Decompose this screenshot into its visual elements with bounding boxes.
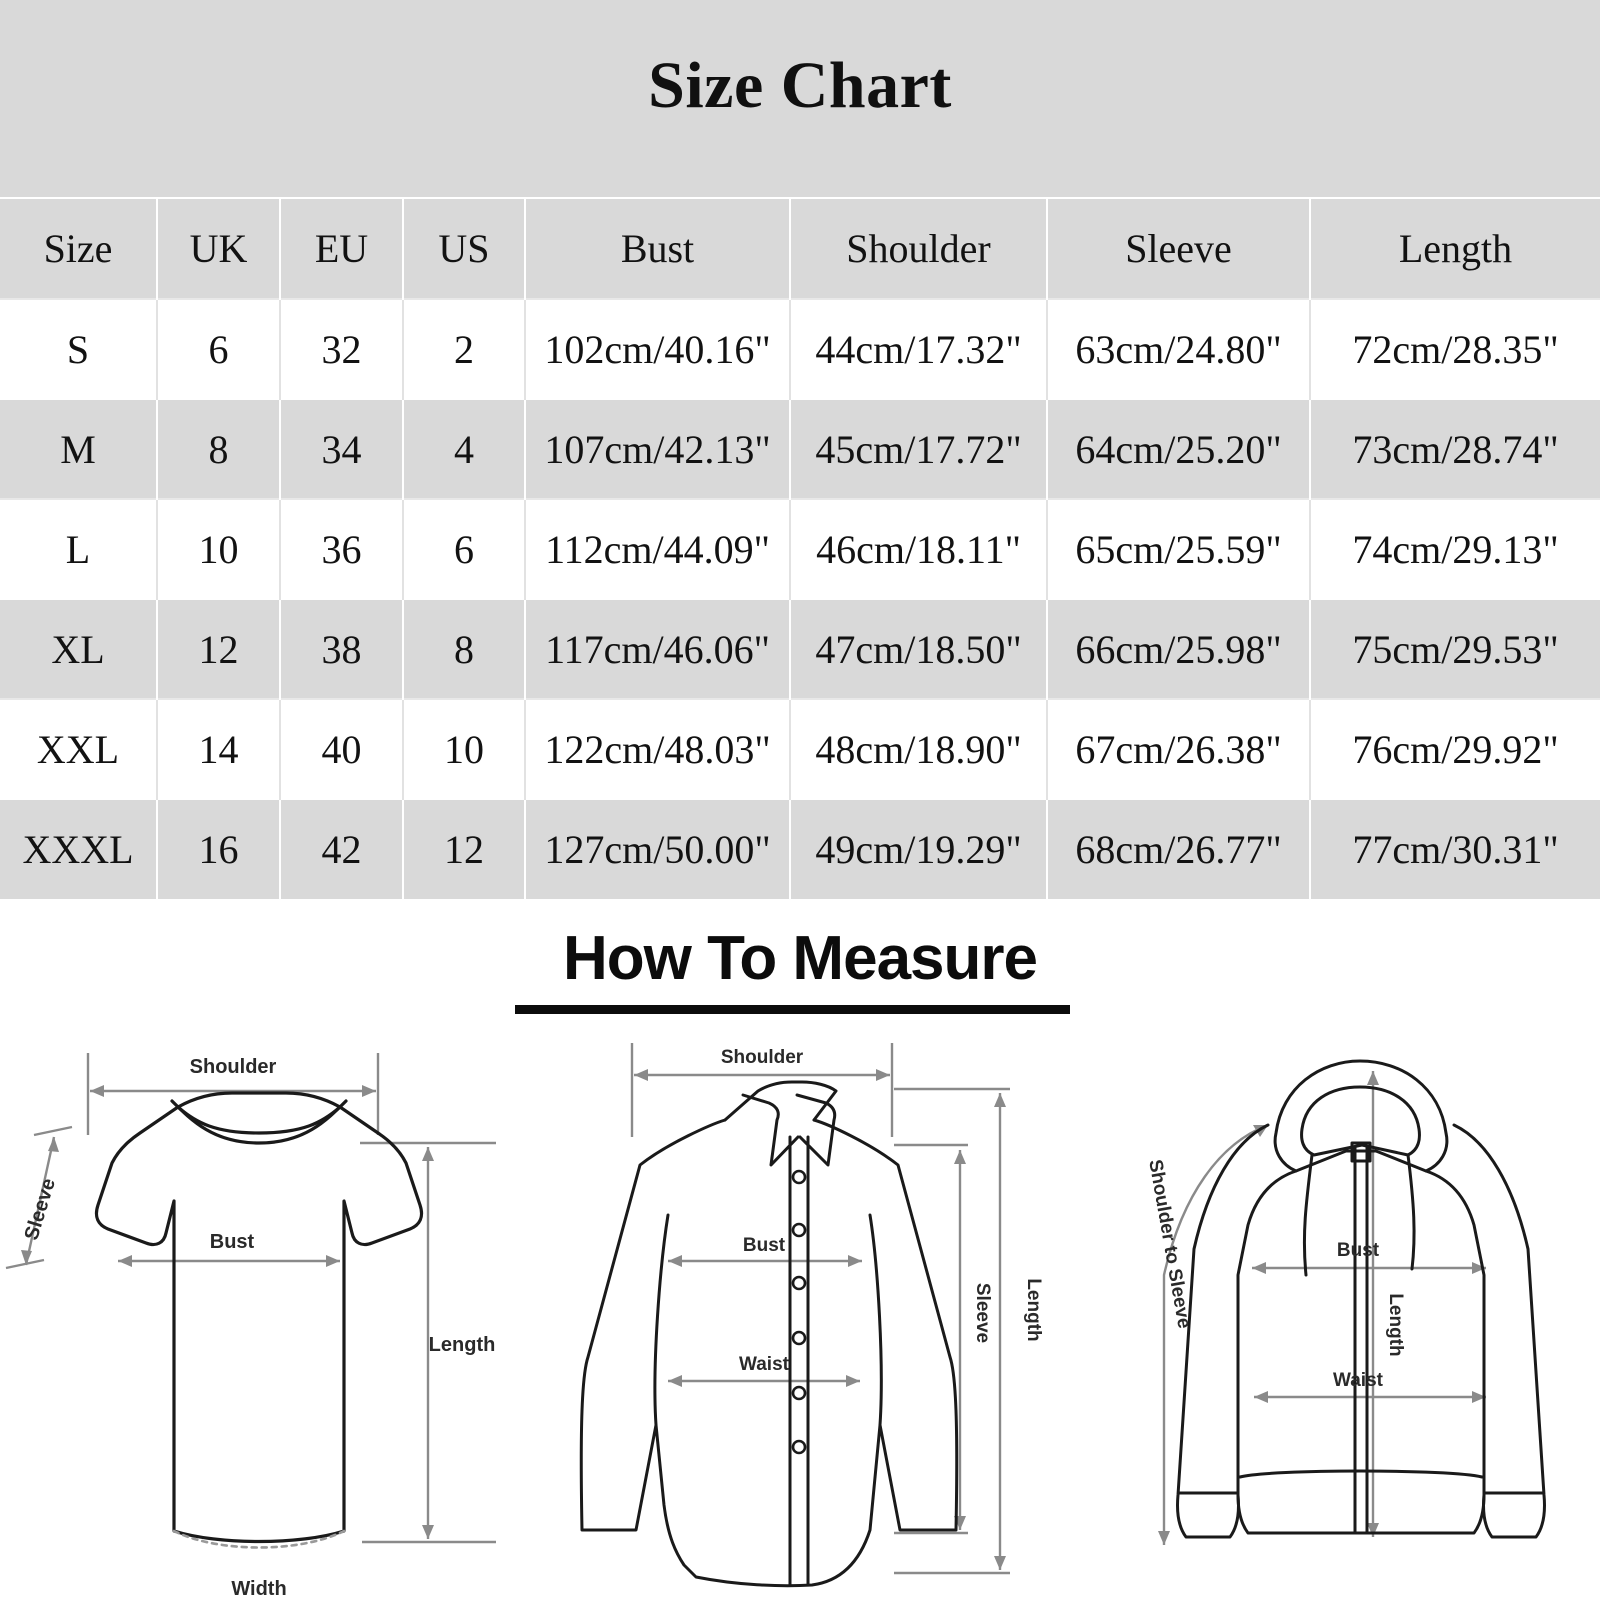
cell-size: M bbox=[0, 398, 158, 499]
cell-shoulder: 46cm/18.11" bbox=[790, 498, 1048, 599]
cell-us: 2 bbox=[403, 298, 526, 399]
cell-eu: 34 bbox=[280, 398, 404, 499]
tshirt-length-label: Length bbox=[429, 1334, 496, 1356]
cell-size: XXL bbox=[0, 698, 158, 799]
cell-sleeve: 64cm/25.20" bbox=[1047, 398, 1311, 499]
cell-eu: 38 bbox=[280, 598, 404, 699]
cell-sleeve: 65cm/25.59" bbox=[1047, 498, 1311, 599]
cell-sleeve: 67cm/26.38" bbox=[1047, 698, 1311, 799]
shirt-shoulder-label: Shoulder bbox=[721, 1047, 804, 1068]
cell-sleeve: 66cm/25.98" bbox=[1047, 598, 1311, 699]
cell-uk: 12 bbox=[157, 598, 281, 699]
col-header-eu: EU bbox=[280, 197, 404, 299]
table-header: Size UK EU US Bust Shoulder Sleeve Lengt… bbox=[0, 197, 1600, 299]
hoodie-bust-label: Bust bbox=[1337, 1240, 1380, 1261]
cell-size: L bbox=[0, 498, 158, 599]
table-row: S 6 32 2 102cm/40.16" 44cm/17.32" 63cm/2… bbox=[0, 298, 1600, 399]
table-row: XL 12 38 8 117cm/46.06" 47cm/18.50" 66cm… bbox=[0, 598, 1600, 699]
col-header-uk: UK bbox=[157, 197, 281, 299]
cell-uk: 8 bbox=[157, 398, 281, 499]
table-body: S 6 32 2 102cm/40.16" 44cm/17.32" 63cm/2… bbox=[0, 298, 1600, 899]
hoodie-waist-label: Waist bbox=[1333, 1370, 1384, 1391]
cell-shoulder: 44cm/17.32" bbox=[790, 298, 1048, 399]
hoodie-length-label: Length bbox=[1385, 1293, 1406, 1356]
figure-button-shirt: Shoulder Bust Waist Sleeve Length bbox=[540, 1025, 1060, 1600]
measure-figures: Shoulder Sleeve Bust Length Width Should… bbox=[0, 1025, 1600, 1600]
cell-us: 6 bbox=[403, 498, 526, 599]
cell-eu: 40 bbox=[280, 698, 404, 799]
tshirt-width-label: Width bbox=[231, 1578, 286, 1600]
heading-underline bbox=[515, 1005, 1070, 1014]
col-header-us: US bbox=[403, 197, 526, 299]
cell-shoulder: 49cm/19.29" bbox=[790, 798, 1048, 899]
cell-shoulder: 45cm/17.72" bbox=[790, 398, 1048, 499]
cell-length: 77cm/30.31" bbox=[1310, 798, 1600, 899]
tshirt-shoulder-label: Shoulder bbox=[190, 1056, 277, 1078]
cell-eu: 36 bbox=[280, 498, 404, 599]
table-row: L 10 36 6 112cm/44.09" 46cm/18.11" 65cm/… bbox=[0, 498, 1600, 599]
table-row: XXXL 16 42 12 127cm/50.00" 49cm/19.29" 6… bbox=[0, 798, 1600, 899]
cell-bust: 102cm/40.16" bbox=[525, 298, 791, 399]
cell-us: 12 bbox=[403, 798, 526, 899]
col-header-size: Size bbox=[0, 197, 158, 299]
col-header-shoulder: Shoulder bbox=[790, 197, 1048, 299]
hoodie-shoulder-to-sleeve-label: Shoulder to Sleeve bbox=[1144, 1158, 1194, 1330]
tshirt-sleeve-label: Sleeve bbox=[20, 1176, 60, 1243]
cell-length: 72cm/28.35" bbox=[1310, 298, 1600, 399]
shirt-bust-label: Bust bbox=[743, 1235, 786, 1256]
cell-shoulder: 48cm/18.90" bbox=[790, 698, 1048, 799]
cell-uk: 14 bbox=[157, 698, 281, 799]
cell-sleeve: 63cm/24.80" bbox=[1047, 298, 1311, 399]
tshirt-bust-label: Bust bbox=[210, 1231, 255, 1253]
cell-uk: 10 bbox=[157, 498, 281, 599]
cell-bust: 107cm/42.13" bbox=[525, 398, 791, 499]
cell-uk: 16 bbox=[157, 798, 281, 899]
table-row: XXL 14 40 10 122cm/48.03" 48cm/18.90" 67… bbox=[0, 698, 1600, 799]
cell-sleeve: 68cm/26.77" bbox=[1047, 798, 1311, 899]
shirt-sleeve-label: Sleeve bbox=[972, 1283, 993, 1343]
cell-length: 76cm/29.92" bbox=[1310, 698, 1600, 799]
cell-bust: 112cm/44.09" bbox=[525, 498, 791, 599]
cell-bust: 122cm/48.03" bbox=[525, 698, 791, 799]
cell-size: XL bbox=[0, 598, 158, 699]
cell-eu: 42 bbox=[280, 798, 404, 899]
cell-uk: 6 bbox=[157, 298, 281, 399]
cell-us: 4 bbox=[403, 398, 526, 499]
col-header-bust: Bust bbox=[525, 197, 791, 299]
table-header-row: Size UK EU US Bust Shoulder Sleeve Lengt… bbox=[0, 197, 1600, 299]
col-header-length: Length bbox=[1310, 197, 1600, 299]
figure-tshirt: Shoulder Sleeve Bust Length Width bbox=[0, 1025, 510, 1600]
cell-length: 75cm/29.53" bbox=[1310, 598, 1600, 699]
title-band: Size Chart bbox=[0, 0, 1600, 197]
size-table: Size UK EU US Bust Shoulder Sleeve Lengt… bbox=[0, 197, 1600, 899]
cell-length: 73cm/28.74" bbox=[1310, 398, 1600, 499]
shirt-waist-label: Waist bbox=[739, 1354, 790, 1375]
cell-size: XXXL bbox=[0, 798, 158, 899]
size-chart-page: Size Chart Size UK EU US Bust Shoulder S… bbox=[0, 0, 1600, 1600]
cell-us: 10 bbox=[403, 698, 526, 799]
cell-shoulder: 47cm/18.50" bbox=[790, 598, 1048, 699]
cell-eu: 32 bbox=[280, 298, 404, 399]
cell-us: 8 bbox=[403, 598, 526, 699]
cell-bust: 127cm/50.00" bbox=[525, 798, 791, 899]
cell-length: 74cm/29.13" bbox=[1310, 498, 1600, 599]
figure-zip-hoodie: Bust Waist Length Shoulder to Sleeve bbox=[1090, 1025, 1600, 1600]
table-row: M 8 34 4 107cm/42.13" 45cm/17.72" 64cm/2… bbox=[0, 398, 1600, 499]
cell-size: S bbox=[0, 298, 158, 399]
page-title: Size Chart bbox=[648, 49, 952, 122]
shirt-length-label: Length bbox=[1023, 1278, 1044, 1341]
col-header-sleeve: Sleeve bbox=[1047, 197, 1311, 299]
how-to-measure-heading: How To Measure bbox=[562, 924, 1038, 993]
cell-bust: 117cm/46.06" bbox=[525, 598, 791, 699]
how-to-measure-section: How To Measure Shoulder Sleeve Bust Leng… bbox=[0, 905, 1600, 1600]
